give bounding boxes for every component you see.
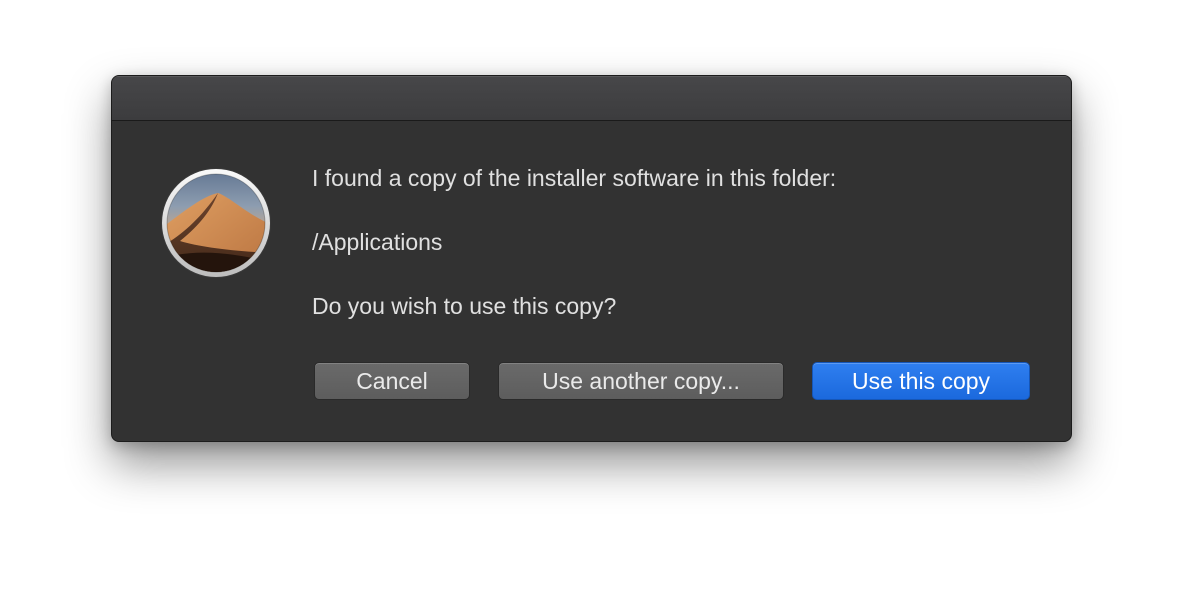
- use-another-copy-button[interactable]: Use another copy...: [498, 362, 784, 400]
- dialog-title-bar[interactable]: [112, 76, 1071, 121]
- screen: I found a copy of the installer software…: [0, 0, 1184, 590]
- cancel-button[interactable]: Cancel: [314, 362, 470, 400]
- macos-mojave-installer-icon: [160, 167, 272, 279]
- installer-alert-dialog: I found a copy of the installer software…: [111, 75, 1072, 442]
- question-text: Do you wish to use this copy?: [312, 293, 617, 319]
- use-this-copy-button[interactable]: Use this copy: [812, 362, 1030, 400]
- folder-path-text: /Applications: [312, 229, 443, 255]
- message-text: I found a copy of the installer software…: [312, 165, 837, 191]
